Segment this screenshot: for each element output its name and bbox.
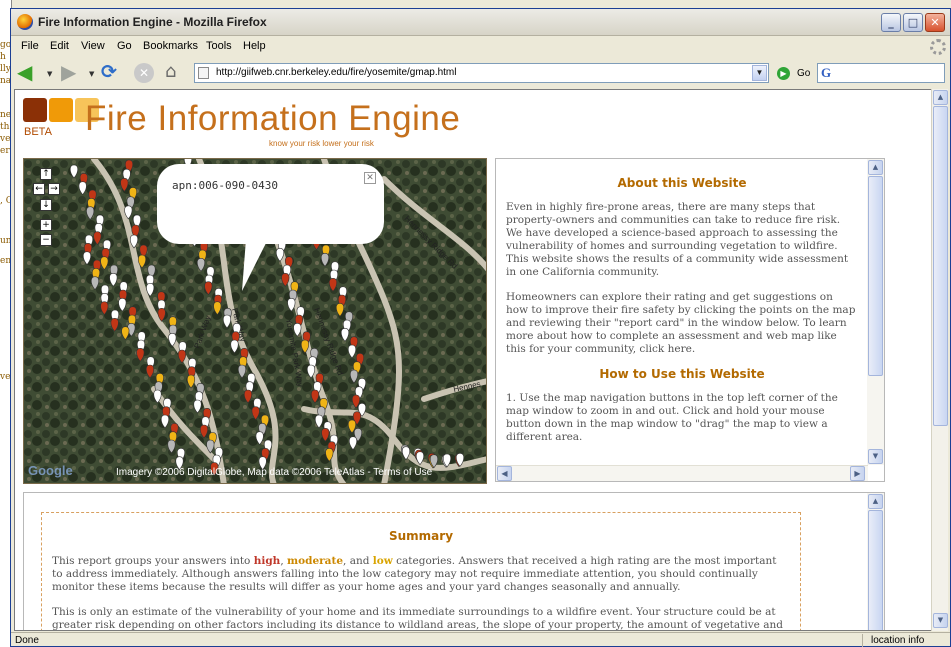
back-history-dropdown-icon[interactable]: ▼ [47,70,52,78]
pan-down-button[interactable]: ↓ [40,199,52,211]
scroll-thumb[interactable] [868,176,883,376]
site-tagline: know your risk lower your risk [269,139,374,148]
zoom-in-button[interactable]: + [40,219,52,231]
forward-button[interactable]: ▶ [61,61,83,85]
site-title: Fire Information Engine [85,99,461,138]
pan-up-button[interactable]: ↑ [40,168,52,180]
browser-window: Fire Information Engine - Mozilla Firefo… [10,8,951,647]
menu-edit[interactable]: Edit [50,40,69,52]
scroll-up-icon[interactable]: ▲ [868,494,883,509]
google-logo: Google [28,463,73,478]
window-title: Fire Information Engine - Mozilla Firefo… [38,15,267,29]
activity-throbber-icon [930,39,946,55]
scroll-left-icon[interactable]: ◀ [497,466,512,481]
title-bar: Fire Information Engine - Mozilla Firefo… [11,9,950,36]
summary-paragraph: This is only an estimate of the vulnerab… [52,606,783,631]
popup-text: apn:006-090-0430 [172,179,278,192]
about-heading: About this Website [617,176,747,190]
menu-file[interactable]: File [21,40,39,52]
how-to-heading: How to Use this Website [599,367,765,381]
report-card-frame: Summary This report groups your answers … [23,492,885,631]
reload-button[interactable]: ⟳ [101,61,123,85]
pan-right-button[interactable]: → [48,183,60,195]
menu-go[interactable]: Go [117,40,132,52]
status-bar: Done location info [11,632,950,647]
scroll-thumb[interactable] [933,106,948,426]
search-input[interactable]: G [817,63,945,83]
info-popup: apn:006-090-0430 ✕ [157,164,384,244]
scroll-down-icon[interactable]: ▼ [868,449,883,464]
status-info: location info [862,634,946,647]
scroll-right-icon[interactable]: ▶ [850,466,865,481]
pan-left-button[interactable]: ← [33,183,45,195]
about-text-area: About this Website Even in highly fire-p… [496,159,868,467]
summary-heading: Summary [388,529,454,543]
popup-close-icon[interactable]: ✕ [364,172,376,184]
close-button[interactable]: ✕ [925,13,945,32]
navigation-toolbar: ◀ ▼ ▶ ▼ ⟳ ✕ ⌂ http://giifweb.cnr.berkele… [11,58,950,88]
minimize-button[interactable]: _ [881,13,901,32]
about-paragraph: Even in highly fire-prone areas, there a… [506,201,849,278]
scroll-thumb[interactable] [868,510,883,630]
summary-scrollbar[interactable]: ▲ [867,493,884,630]
high-label: high [253,555,281,567]
menu-help[interactable]: Help [243,40,266,52]
about-scrollbar[interactable]: ▲ ▼ [867,159,884,465]
summary-paragraph: This report groups your answers into hig… [52,555,777,593]
low-label: low [372,555,393,567]
go-button[interactable]: Go [797,68,810,79]
about-horizontal-scrollbar[interactable]: ◀ ▶ [496,465,868,481]
google-search-icon[interactable]: G [821,65,831,81]
summary-box: Summary This report groups your answers … [41,512,801,631]
firefox-icon [17,14,33,30]
menu-bookmarks[interactable]: Bookmarks [143,40,198,52]
go-icon[interactable]: ▶ [777,67,790,80]
page-content: BETA Fire Information Engine know your r… [14,89,932,631]
zoom-out-button[interactable]: − [40,234,52,246]
status-text: Done [15,635,39,646]
about-panel: About this Website Even in highly fire-p… [495,158,885,482]
menu-tools[interactable]: Tools [206,40,232,52]
page-scrollbar[interactable]: ▲ ▼ [931,89,948,631]
map-credit: Imagery ©2006 DigitalGlobe, Map data ©20… [116,467,433,478]
menu-view[interactable]: View [81,40,105,52]
scroll-down-icon[interactable]: ▼ [933,613,948,628]
how-to-paragraph: 1. Use the map navigation buttons in the… [506,392,838,443]
screen: go h lly na ne th ve er , Cun en ve Fire Informa… [0,0,951,647]
url-history-dropdown-icon[interactable]: ▼ [752,65,767,81]
stop-button[interactable]: ✕ [134,63,154,83]
maximize-button[interactable]: □ [903,13,923,32]
page-icon [198,67,209,79]
home-button[interactable]: ⌂ [165,61,187,85]
scroll-up-icon[interactable]: ▲ [868,160,883,175]
scroll-up-icon[interactable]: ▲ [933,90,948,105]
about-paragraph: Homeowners can explore their rating and … [506,291,856,355]
url-text[interactable]: http://giifweb.cnr.berkeley.edu/fire/yos… [216,67,456,78]
moderate-label: moderate [287,555,344,567]
beta-label: BETA [24,126,52,138]
menu-bar: File Edit View Go Bookmarks Tools Help [11,37,950,57]
forward-history-dropdown-icon[interactable]: ▼ [89,70,94,78]
back-button[interactable]: ◀ [17,61,39,85]
map-view[interactable]: Hennessy Ridge Rd Park Way Hennessy Ridg… [23,158,487,484]
address-bar[interactable]: http://giifweb.cnr.berkeley.edu/fire/yos… [194,63,769,83]
